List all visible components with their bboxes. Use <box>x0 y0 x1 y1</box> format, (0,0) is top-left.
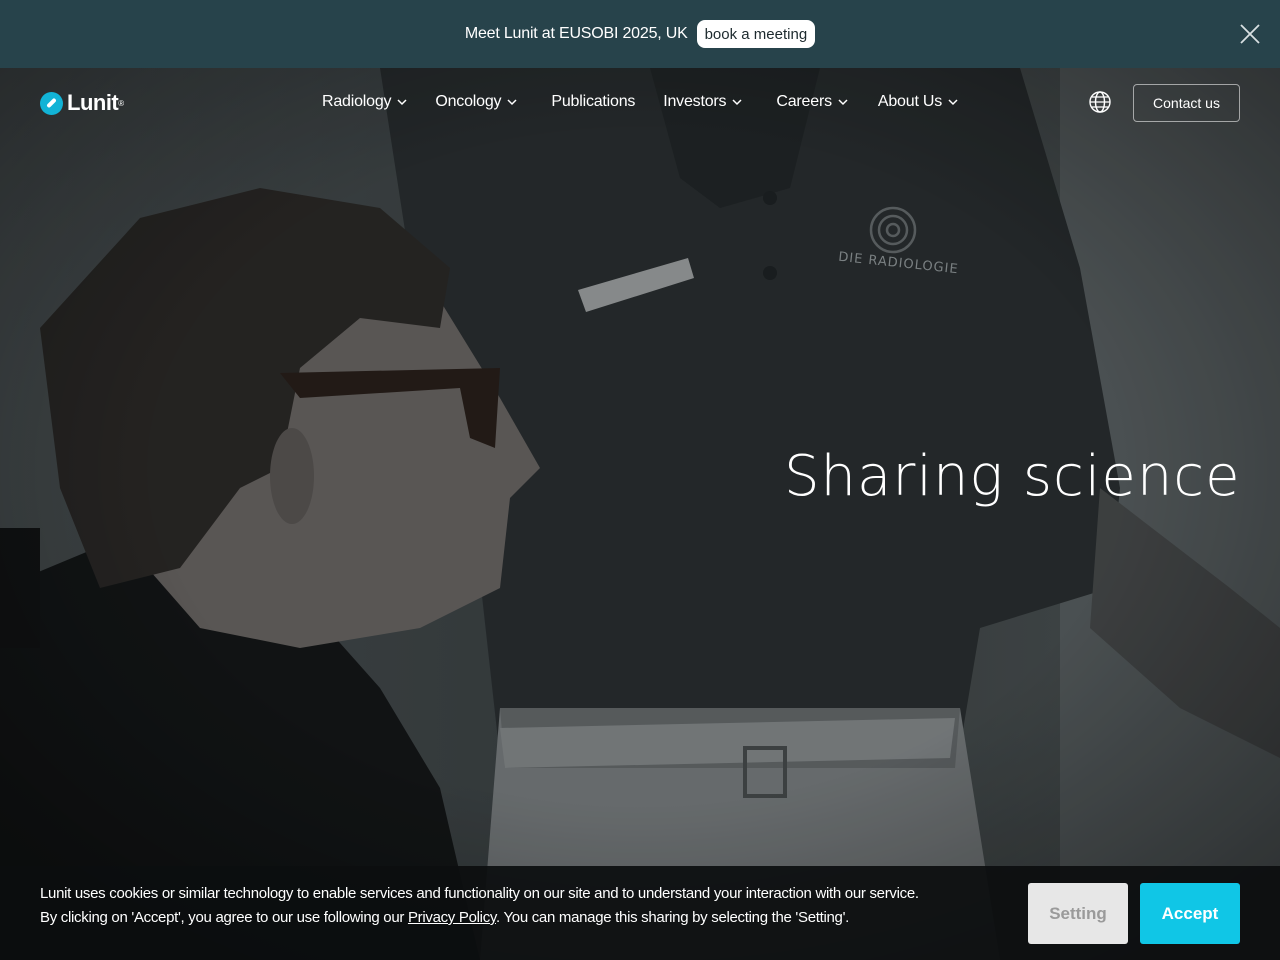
nav-item-oncology[interactable]: Oncology <box>435 93 517 111</box>
nav-item-publications[interactable]: Publications <box>551 93 635 111</box>
nav-item-radiology[interactable]: Radiology <box>322 93 407 111</box>
cookie-banner: Lunit uses cookies or similar technology… <box>0 866 1280 960</box>
book-meeting-button[interactable]: book a meeting <box>696 20 816 48</box>
nav-item-label: Publications <box>551 93 636 110</box>
chevron-down-icon <box>948 99 958 106</box>
cookie-line-2: By clicking on 'Accept', you agree to ou… <box>40 906 919 930</box>
close-icon[interactable] <box>1238 22 1262 46</box>
main-navigation: Lunit ® Radiology Oncology Publications … <box>0 68 1280 136</box>
hero-background-photo <box>0 68 1280 960</box>
logo-registered: ® <box>118 98 125 108</box>
nav-item-label: About Us <box>877 93 943 110</box>
contact-us-button[interactable]: Contact us <box>1133 84 1240 122</box>
cookie-line-1: Lunit uses cookies or similar technology… <box>40 885 919 902</box>
announcement-message: Meet Lunit at EUSOBI 2025, UK <box>464 25 688 42</box>
hero-section: DIE RADIOLOGIE <box>0 68 1280 960</box>
nav-item-label: Investors <box>663 93 727 110</box>
nav-item-label: Radiology <box>322 93 392 110</box>
nav-item-careers[interactable]: Careers <box>776 93 848 111</box>
hero-headline: Sharing science <box>784 444 1241 509</box>
chevron-down-icon <box>507 99 517 106</box>
nav-menu: Radiology Oncology Publications Investor… <box>322 90 958 114</box>
nav-item-label: Oncology <box>435 93 502 110</box>
chevron-down-icon <box>732 99 742 106</box>
cookie-line-2-end: . You can manage this sharing by selecti… <box>495 909 850 926</box>
privacy-policy-link[interactable]: Privacy Policy <box>408 909 496 926</box>
globe-icon[interactable] <box>1088 90 1112 114</box>
nav-item-about-us[interactable]: About Us <box>878 93 958 111</box>
logo-text: Lunit <box>67 90 119 115</box>
cookie-accept-button[interactable]: Accept <box>1140 883 1240 944</box>
announcement-bar: Meet Lunit at EUSOBI 2025, UK book a mee… <box>0 0 1280 68</box>
nav-item-label: Careers <box>776 93 832 110</box>
cookie-setting-button[interactable]: Setting <box>1028 883 1128 944</box>
cookie-line-2-start: By clicking on 'Accept', you agree to ou… <box>40 909 408 926</box>
chevron-down-icon <box>397 99 407 106</box>
chevron-down-icon <box>838 99 848 106</box>
lunit-logo-mark-icon <box>40 91 63 115</box>
lunit-logo[interactable]: Lunit ® <box>40 90 124 116</box>
nav-item-investors[interactable]: Investors <box>663 93 742 111</box>
cookie-text: Lunit uses cookies or similar technology… <box>40 882 919 930</box>
